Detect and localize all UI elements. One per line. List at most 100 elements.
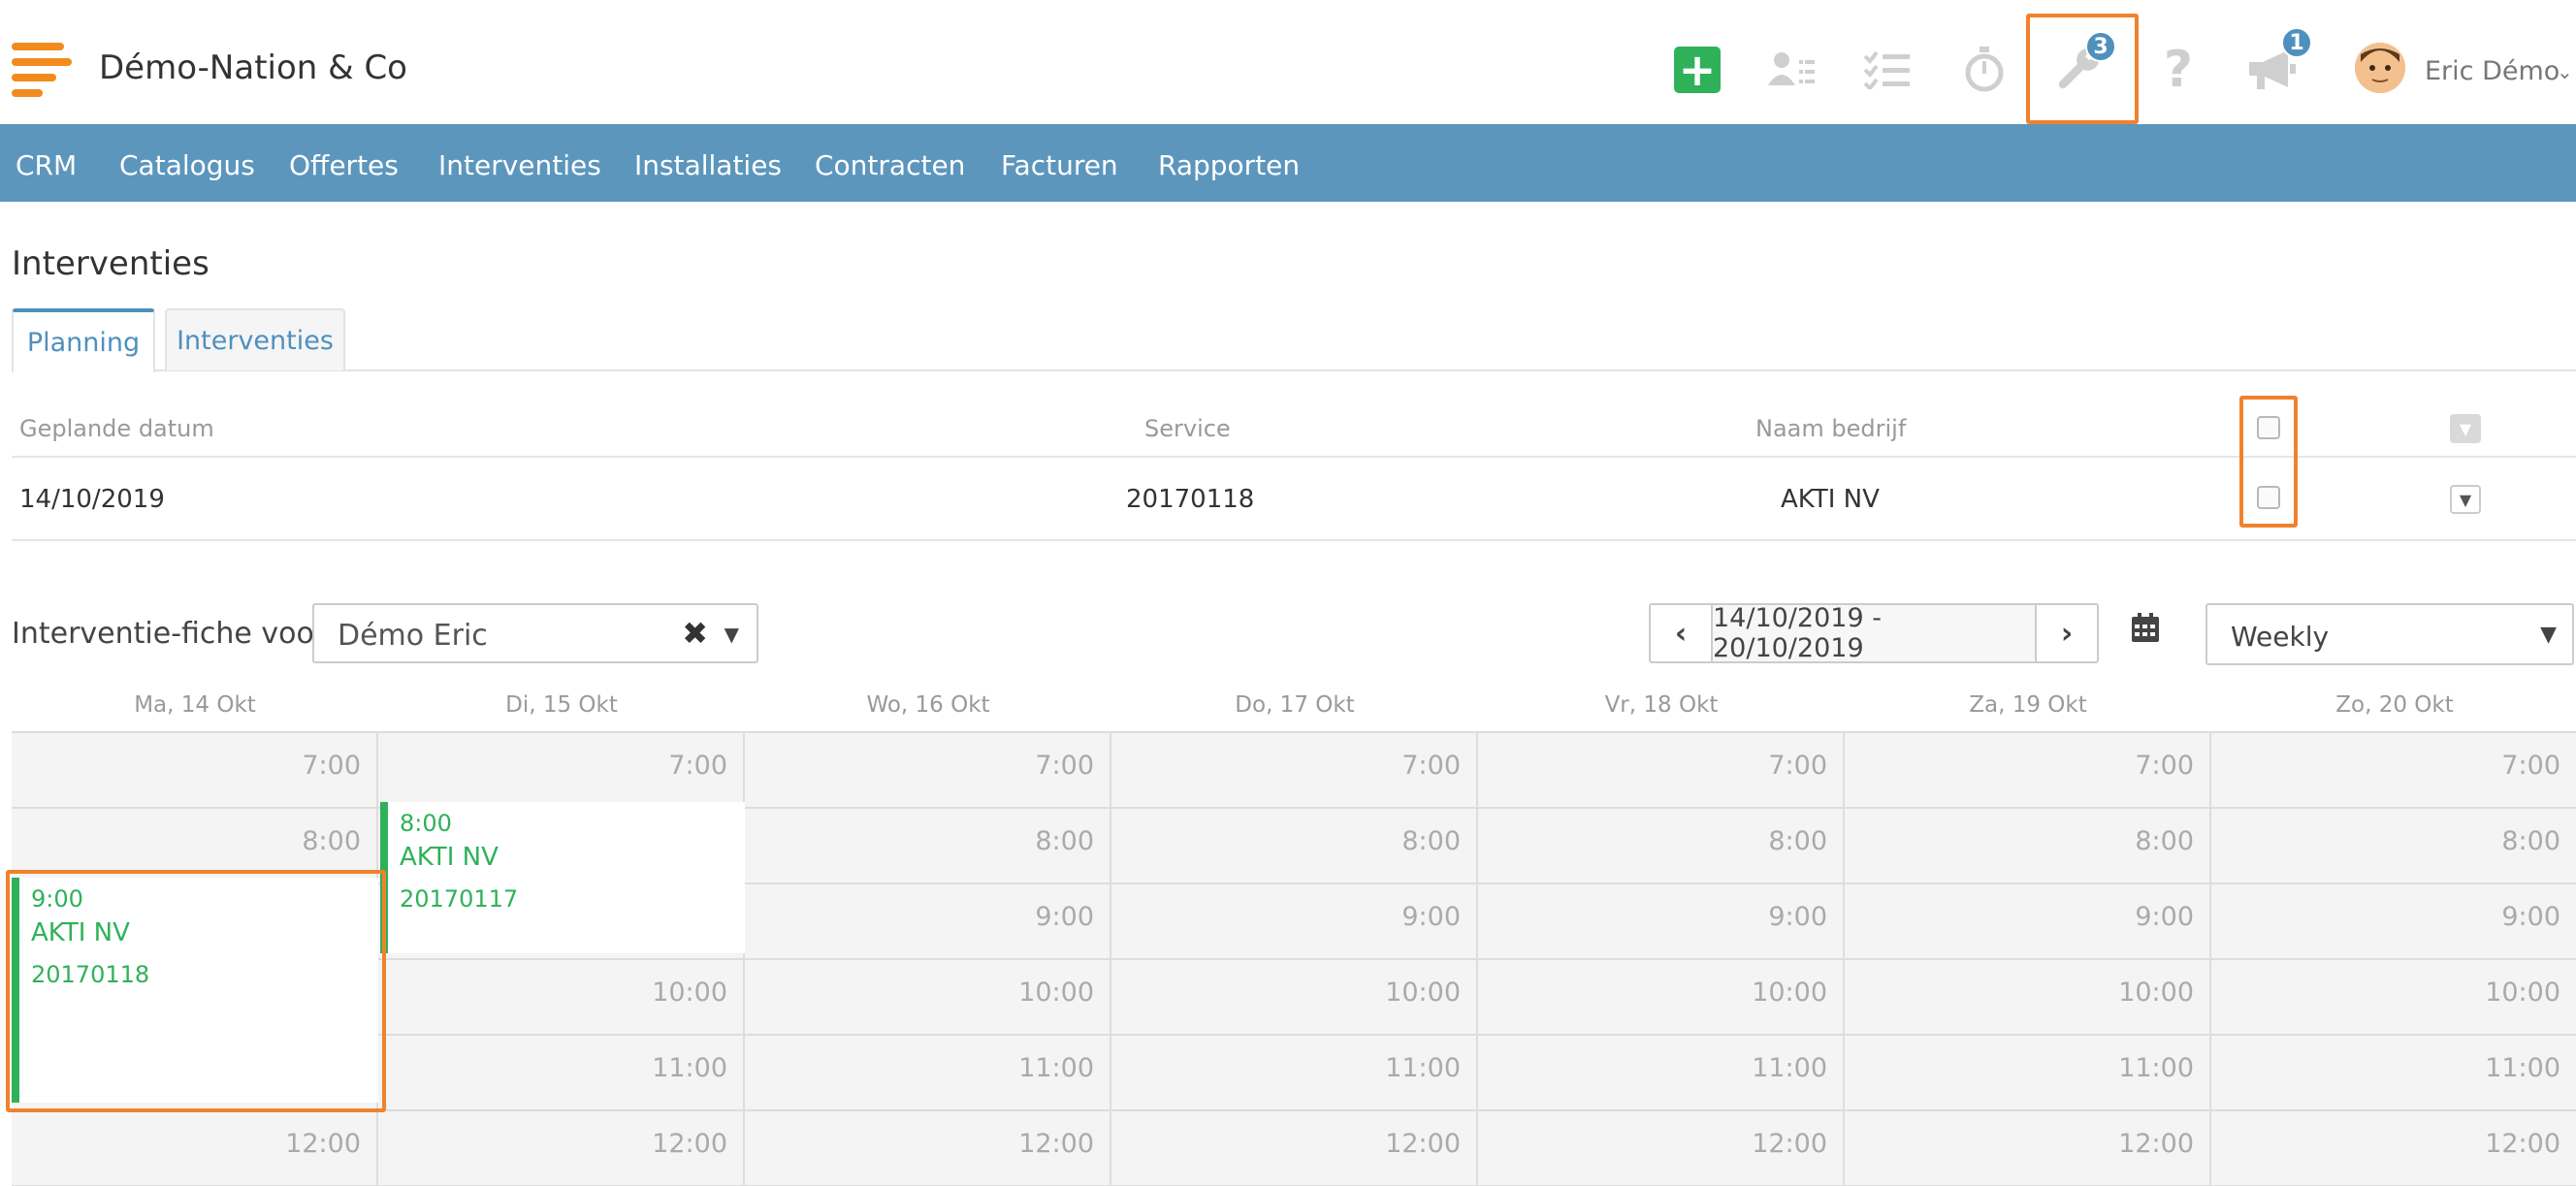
event-card[interactable]: 8:00 AKTI NV 20170117 — [380, 802, 745, 953]
app-logo[interactable] — [12, 43, 72, 99]
page-title: Interventies — [12, 244, 209, 283]
slot-time-label: 11:00 — [1385, 1053, 1461, 1083]
time-slot[interactable]: 7:00 — [378, 733, 743, 809]
time-slot[interactable]: 10:00 — [1478, 960, 1843, 1036]
time-slot[interactable]: 9:00 — [2211, 884, 2576, 960]
nav-contracten[interactable]: Contracten — [815, 149, 965, 181]
slot-time-label: 10:00 — [652, 978, 727, 1008]
time-slot[interactable]: 12:00 — [1478, 1111, 1843, 1186]
time-slot[interactable]: 9:00 — [1845, 884, 2209, 960]
stopwatch-icon[interactable] — [1953, 39, 2015, 101]
time-slot[interactable]: 11:00 — [378, 1036, 743, 1111]
tasks-icon[interactable] — [1856, 39, 1918, 101]
contacts-icon[interactable] — [1761, 39, 1823, 101]
time-slot[interactable]: 9:00 — [1478, 884, 1843, 960]
time-slot[interactable]: 7:00 — [12, 733, 376, 809]
nav-interventies[interactable]: Interventies — [438, 149, 601, 181]
day-column: 7:00 8:00 9:00 10:00 11:00 12:00 — [1478, 733, 1845, 1186]
time-slot[interactable]: 7:00 — [1111, 733, 1476, 809]
time-slot[interactable]: 8:00 — [1478, 809, 1843, 884]
time-slot[interactable]: 12:00 — [745, 1111, 1110, 1186]
time-slot[interactable]: 7:00 — [1845, 733, 2209, 809]
time-slot[interactable]: 12:00 — [378, 1111, 743, 1186]
time-slot[interactable]: 12:00 — [1111, 1111, 1476, 1186]
clear-icon[interactable]: ✖ — [682, 615, 708, 652]
day-header-wed: Wo, 16 Okt — [866, 692, 990, 718]
day-column: 7:00 8:00 9:00 10:00 11:00 12:00 — [1111, 733, 1478, 1186]
day-header-sat: Za, 19 Okt — [1969, 692, 2087, 718]
tab-planning[interactable]: Planning — [12, 308, 155, 372]
date-range[interactable]: 14/10/2019 - 20/10/2019 — [1711, 603, 2037, 663]
prev-week-button[interactable]: ‹ — [1651, 605, 1711, 661]
slot-time-label: 7:00 — [668, 751, 727, 781]
tab-interventies[interactable]: Interventies — [165, 308, 345, 370]
time-slot[interactable]: 12:00 — [12, 1111, 376, 1186]
time-slot[interactable]: 11:00 — [2211, 1036, 2576, 1111]
time-slot[interactable]: 8:00 — [1845, 809, 2209, 884]
time-slot[interactable]: 10:00 — [1845, 960, 2209, 1036]
time-slot[interactable]: 8:00 — [745, 809, 1110, 884]
tabs-divider — [12, 369, 2576, 371]
help-icon[interactable]: ? — [2147, 39, 2209, 101]
column-header-date[interactable]: Geplande datum — [19, 415, 214, 442]
avatar[interactable] — [2355, 43, 2405, 93]
time-slot[interactable]: 11:00 — [745, 1036, 1110, 1111]
time-slot[interactable]: 7:00 — [2211, 733, 2576, 809]
nav-rapporten[interactable]: Rapporten — [1158, 149, 1300, 181]
row-company[interactable]: AKTI NV — [1781, 485, 1880, 514]
calendar-icon[interactable] — [2132, 613, 2159, 646]
time-slot[interactable]: 7:00 — [1478, 733, 1843, 809]
time-slot[interactable]: 7:00 — [745, 733, 1110, 809]
slot-time-label: 8:00 — [1035, 826, 1094, 856]
time-slot[interactable]: 12:00 — [2211, 1111, 2576, 1186]
company-name: Démo-Nation & Co — [99, 48, 407, 87]
header-dropdown-icon[interactable]: ▼ — [2450, 414, 2481, 443]
day-header-mon: Ma, 14 Okt — [134, 692, 256, 718]
time-slot[interactable]: 12:00 — [1845, 1111, 2209, 1186]
nav-offertes[interactable]: Offertes — [289, 149, 399, 181]
user-name[interactable]: Eric Démo — [2425, 56, 2560, 86]
add-button[interactable]: + — [1674, 47, 1721, 93]
day-header-tue: Di, 15 Okt — [505, 692, 618, 718]
row-service[interactable]: 20170118 — [1126, 485, 1254, 514]
time-slot[interactable]: 10:00 — [2211, 960, 2576, 1036]
nav-facturen[interactable]: Facturen — [1001, 149, 1118, 181]
event-time: 8:00 — [400, 810, 452, 837]
slot-time-label: 10:00 — [2485, 978, 2560, 1008]
slot-time-label: 12:00 — [1018, 1129, 1094, 1159]
slot-time-label: 10:00 — [1385, 978, 1461, 1008]
chevron-down-icon[interactable]: ⌄ — [2557, 60, 2573, 83]
time-slot[interactable]: 9:00 — [1111, 884, 1476, 960]
column-header-company[interactable]: Naam bedrijf — [1755, 415, 1906, 442]
caret-down-icon: ▼ — [2540, 623, 2557, 647]
time-slot[interactable]: 11:00 — [1845, 1036, 2209, 1111]
slot-time-label: 8:00 — [2135, 826, 2194, 856]
time-slot[interactable]: 9:00 — [745, 884, 1110, 960]
next-week-button[interactable]: › — [2037, 605, 2097, 661]
day-column: 7:00 8:00 9:00 10:00 11:00 12:00 — [745, 733, 1111, 1186]
slot-time-label: 10:00 — [2118, 978, 2194, 1008]
slot-time-label: 12:00 — [285, 1129, 361, 1159]
column-header-service[interactable]: Service — [1144, 415, 1231, 442]
technician-select[interactable]: Démo Eric ✖ ▼ — [312, 603, 758, 663]
highlight-event — [6, 870, 386, 1112]
caret-down-icon[interactable]: ▼ — [724, 623, 739, 646]
time-slot[interactable]: 10:00 — [1111, 960, 1476, 1036]
time-slot[interactable]: 10:00 — [745, 960, 1110, 1036]
view-select[interactable]: Weekly ▼ — [2206, 603, 2574, 665]
main-nav: CRM Catalogus Offertes Interventies Inst… — [0, 124, 2576, 202]
nav-crm[interactable]: CRM — [16, 149, 77, 181]
nav-catalogus[interactable]: Catalogus — [119, 149, 255, 181]
time-slot[interactable]: 11:00 — [1111, 1036, 1476, 1111]
chevron-left-icon: ‹ — [1674, 616, 1688, 651]
row-dropdown-icon[interactable]: ▼ — [2450, 485, 2481, 514]
time-slot[interactable]: 10:00 — [378, 960, 743, 1036]
time-slot[interactable]: 11:00 — [1478, 1036, 1843, 1111]
time-slot[interactable]: 8:00 — [2211, 809, 2576, 884]
day-column: 7:00 8:00 9:00 10:00 11:00 12:00 — [1845, 733, 2211, 1186]
slot-time-label: 7:00 — [1768, 751, 1827, 781]
technician-select-value: Démo Eric — [338, 619, 488, 653]
slot-time-label: 12:00 — [652, 1129, 727, 1159]
time-slot[interactable]: 8:00 — [1111, 809, 1476, 884]
nav-installaties[interactable]: Installaties — [634, 149, 782, 181]
